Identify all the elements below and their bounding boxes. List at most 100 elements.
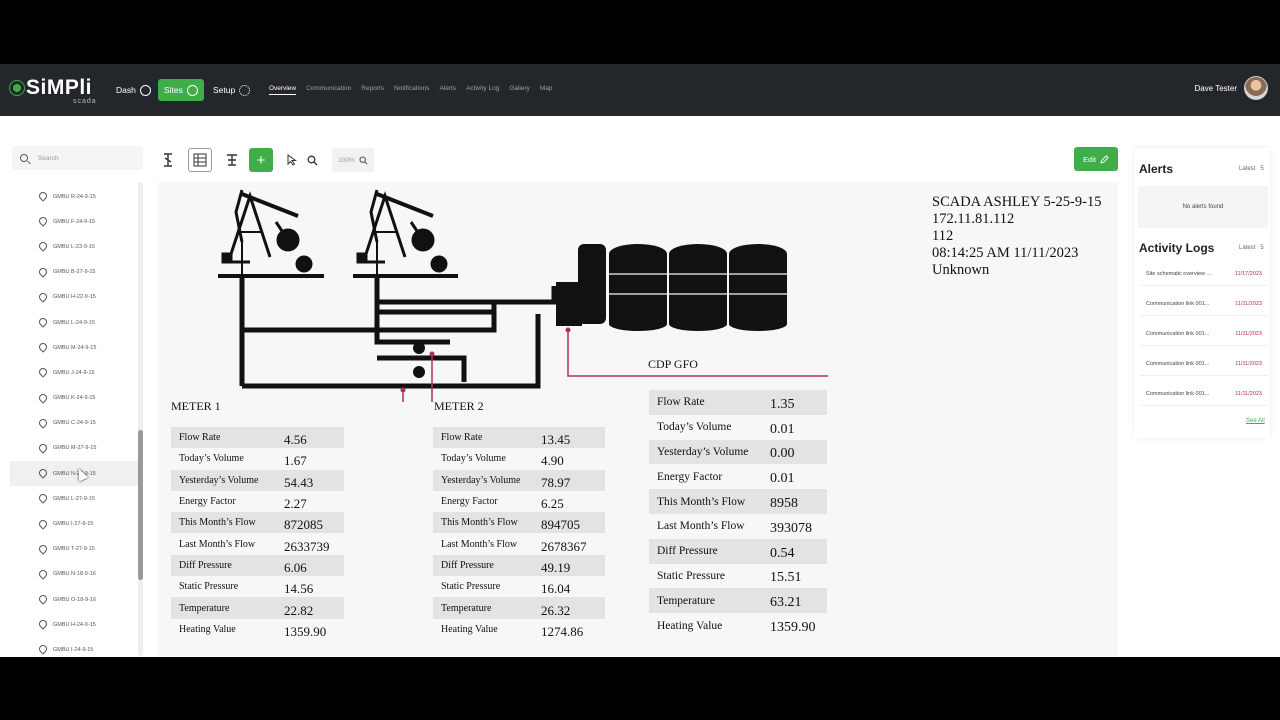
site-timestamp: 08:14:25 AM 11/11/2023 bbox=[932, 245, 1079, 261]
site-list-item[interactable]: GMBU O-18-9-16 bbox=[10, 587, 142, 612]
location-pin-icon bbox=[39, 545, 46, 554]
activity-log-item[interactable]: Communication link 001... 11/11/2023 bbox=[1140, 322, 1268, 346]
search-placeholder: Search bbox=[38, 154, 59, 162]
location-pin-icon bbox=[39, 570, 46, 579]
alerts-count: 5 bbox=[1260, 166, 1264, 172]
tab-gallery[interactable]: Gallery bbox=[509, 85, 530, 95]
site-list-item[interactable]: GMBU J-24-9-15 bbox=[10, 360, 142, 385]
edit-button[interactable]: Edit bbox=[1074, 147, 1118, 171]
activity-log-item[interactable]: Site schematic overview ... 11/17/2023 bbox=[1140, 262, 1268, 286]
meter-row-value: 8958 bbox=[770, 496, 798, 512]
activity-log-text: Communication link 001... bbox=[1146, 360, 1210, 367]
activity-log-item[interactable]: Communication link 001... 11/11/2023 bbox=[1140, 382, 1268, 406]
nav-setup[interactable]: Setup bbox=[213, 79, 251, 101]
site-list-item[interactable]: GMBU M-27-9-15 bbox=[10, 436, 142, 461]
site-list-item[interactable]: GMBU N-18-9-16 bbox=[10, 562, 142, 587]
activity-latest[interactable]: Latest 5 bbox=[1239, 245, 1264, 251]
meter-row: Energy Factor 6.25 bbox=[433, 491, 605, 512]
logo-mark-icon bbox=[10, 81, 24, 95]
site-list-item-label: GMBU O-18-9-16 bbox=[53, 596, 97, 603]
site-list-item-label: GMBU L-23-9-15 bbox=[53, 243, 95, 250]
site-info: SCADA ASHLEY 5-25-9-15 172.11.81.112 112… bbox=[932, 194, 1101, 279]
activity-log-text: Site schematic overview ... bbox=[1146, 270, 1212, 277]
meter-row-value: 0.00 bbox=[770, 446, 795, 462]
location-pin-icon bbox=[39, 394, 46, 403]
tab-overview[interactable]: Overview bbox=[269, 85, 297, 95]
nav-sites[interactable]: Sites bbox=[158, 79, 204, 101]
meter-row-value: 894705 bbox=[541, 517, 580, 533]
activity-log-item[interactable]: Communication link 001... 11/11/2023 bbox=[1140, 292, 1268, 316]
meter-row-value: 0.01 bbox=[770, 421, 795, 437]
site-list-item[interactable]: GMBU I-27-9-15 bbox=[10, 511, 142, 536]
meter-row-label: This Month’s Flow bbox=[179, 517, 256, 529]
meter-1-title: METER 1 bbox=[171, 399, 221, 413]
location-pin-icon bbox=[39, 242, 46, 251]
location-pin-icon bbox=[39, 595, 46, 604]
schematic-tool-1-icon[interactable] bbox=[156, 148, 180, 172]
meter-row-label: Yesterday’s Volume bbox=[179, 474, 259, 486]
meter-row-value: 6.25 bbox=[541, 496, 564, 512]
site-list-item[interactable]: GMBU K-24-9-15 bbox=[10, 386, 142, 411]
meter-row: Energy Factor 0.01 bbox=[649, 464, 827, 489]
nav-dash[interactable]: Dash bbox=[116, 79, 151, 101]
site-list-item[interactable]: GMBU T-27-9-15 bbox=[10, 537, 142, 562]
site-list-item[interactable]: GMBU L-23-9-15 bbox=[10, 234, 142, 259]
site-list-item[interactable]: GMBU H-22-9-15 bbox=[10, 285, 142, 310]
brand-sub: scada bbox=[73, 98, 97, 105]
meter-row-label: Heating Value bbox=[441, 623, 498, 635]
meter-row-label: Flow Rate bbox=[179, 432, 221, 444]
meter-row-label: Last Month’s Flow bbox=[179, 538, 256, 550]
search-input[interactable]: Search bbox=[12, 146, 143, 170]
site-list-item[interactable]: GMBU H-24-9-15 bbox=[10, 612, 142, 637]
letterbox-top bbox=[0, 0, 1280, 64]
meter-row: Diff Pressure 49.19 bbox=[433, 554, 605, 577]
site-list-item[interactable]: GMBU R-24-9-15 bbox=[10, 184, 142, 209]
site-list: GMBU R-24-9-15 GMBU F-24-9-15 GMBU L-23-9-… bbox=[10, 184, 142, 656]
meter-row-value: 6.06 bbox=[284, 559, 307, 575]
zoom-search-icon[interactable] bbox=[300, 148, 324, 172]
see-all-link[interactable]: See All bbox=[1246, 418, 1265, 424]
tab-notifications[interactable]: Notifications bbox=[394, 85, 429, 95]
activity-log-item[interactable]: Communication link 001... 11/11/2023 bbox=[1140, 352, 1268, 376]
site-list-scrollbar[interactable] bbox=[138, 182, 143, 656]
location-pin-icon bbox=[39, 494, 46, 503]
add-button[interactable]: + bbox=[249, 148, 273, 172]
alerts-empty: No alerts found bbox=[1138, 186, 1268, 228]
site-list-item[interactable]: GMBU F-24-9-15 bbox=[10, 209, 142, 234]
tab-communication[interactable]: Communication bbox=[306, 85, 351, 95]
cdp-table: Flow Rate 1.35 Today’s Volume 0.01 Yesterday… bbox=[649, 390, 827, 638]
tab-activity-log[interactable]: Activity Log bbox=[466, 85, 499, 95]
site-list-item[interactable]: GMBU B-27-9-15 bbox=[10, 260, 142, 285]
logo[interactable]: SiMPli scada bbox=[10, 76, 96, 105]
meter-2-tap-icon bbox=[429, 351, 435, 357]
meter-row-value: 1359.90 bbox=[284, 623, 327, 639]
meter-row-value: 54.43 bbox=[284, 474, 314, 490]
site-list-item[interactable]: GMBU L-27-9-15 bbox=[10, 486, 142, 511]
site-list-item[interactable]: GMBU L-24-9-15 bbox=[10, 310, 142, 335]
site-list-item[interactable]: GMBU C-24-9-15 bbox=[10, 411, 142, 436]
zoom-level[interactable]: 100% bbox=[332, 148, 374, 172]
tab-reports[interactable]: Reports bbox=[361, 85, 384, 95]
schematic-tool-3-icon[interactable] bbox=[220, 148, 244, 172]
site-list-item[interactable]: GMBU I-24-9-15 bbox=[10, 637, 142, 656]
location-pin-icon bbox=[39, 192, 46, 201]
meter-row: Heating Value 1359.90 bbox=[171, 619, 344, 640]
avatar[interactable] bbox=[1244, 76, 1268, 100]
meter-row: This Month’s Flow 894705 bbox=[433, 512, 605, 534]
site-list-item[interactable]: GMBU M-24-9-15 bbox=[10, 335, 142, 360]
schematic-tool-2-icon[interactable] bbox=[188, 148, 212, 172]
meter-row-label: Diff Pressure bbox=[179, 559, 232, 571]
site-list-item-label: GMBU B-27-9-15 bbox=[53, 269, 96, 276]
tab-map[interactable]: Map bbox=[540, 85, 553, 95]
activity-log-text: Communication link 001... bbox=[1146, 330, 1210, 337]
meter-row: Today’s Volume 0.01 bbox=[649, 415, 827, 440]
tab-alerts[interactable]: Alerts bbox=[439, 85, 456, 95]
meter-row-label: Energy Factor bbox=[179, 496, 236, 508]
activity-log-date: 11/11/2023 bbox=[1235, 360, 1262, 367]
meter-row-value: 872085 bbox=[284, 517, 323, 533]
meter-row: Last Month’s Flow 2633739 bbox=[171, 533, 344, 554]
scrollbar-thumb[interactable] bbox=[138, 430, 143, 580]
meter-row-value: 13.45 bbox=[541, 432, 571, 448]
alerts-latest[interactable]: Latest 5 bbox=[1239, 166, 1264, 172]
user-menu[interactable]: Dave Tester bbox=[1194, 76, 1268, 100]
